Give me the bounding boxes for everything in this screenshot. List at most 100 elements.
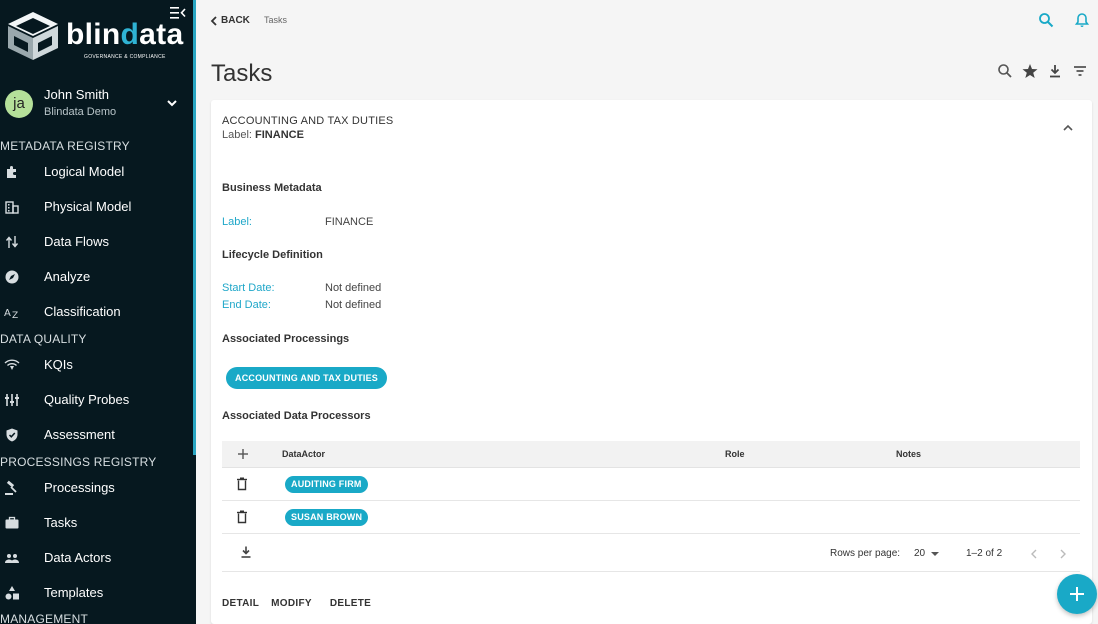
table-footer: Rows per page: 20 1–2 of 2 <box>222 534 1080 572</box>
sort-alpha-icon: AZ <box>4 304 20 321</box>
download-icon[interactable] <box>239 545 253 559</box>
sidebar-item-analyze[interactable]: Analyze <box>0 260 190 294</box>
rows-per-page-select[interactable]: 20 <box>914 548 940 559</box>
shapes-icon <box>4 585 20 601</box>
search-icon[interactable] <box>1038 12 1054 28</box>
wifi-signal-icon <box>4 357 20 373</box>
modify-button[interactable]: MODIFY <box>271 598 312 609</box>
task-title[interactable]: ACCOUNTING AND TAX DUTIES <box>222 115 393 127</box>
add-fab-button[interactable] <box>1057 574 1097 614</box>
sidebar-item-label: Logical Model <box>44 164 125 179</box>
processing-chip[interactable]: ACCOUNTING AND TAX DUTIES <box>226 367 387 389</box>
section-data-quality: DATA QUALITY <box>0 332 87 346</box>
blindata-logo[interactable]: blindata GOVERNANCE & COMPLIANCE <box>4 10 183 66</box>
task-card: ACCOUNTING AND TAX DUTIES Label: FINANCE… <box>211 100 1092 624</box>
user-profile[interactable]: ja John Smith Blindata Demo <box>0 84 196 124</box>
section-processings-registry: PROCESSINGS REGISTRY <box>0 455 157 469</box>
chevron-left-icon[interactable] <box>1029 547 1039 559</box>
delete-icon[interactable] <box>236 477 248 491</box>
add-icon[interactable] <box>236 447 250 461</box>
chevron-left-icon <box>210 15 217 26</box>
title-actions <box>996 62 1089 80</box>
table-row: SUSAN BROWN <box>222 501 1080 534</box>
sidebar-item-assessment[interactable]: Assessment <box>0 418 190 452</box>
column-header-role[interactable]: Role <box>725 449 745 459</box>
associated-processings-heading: Associated Processings <box>222 333 350 345</box>
gavel-icon <box>4 480 20 496</box>
avatar: ja <box>5 90 33 118</box>
column-header-notes[interactable]: Notes <box>896 449 921 459</box>
page-title: Tasks <box>211 60 273 87</box>
sidebar-item-label: Classification <box>44 304 121 319</box>
download-icon[interactable] <box>1046 62 1064 80</box>
detail-button[interactable]: DETAIL <box>222 598 259 609</box>
puzzle-icon <box>4 164 20 180</box>
user-name: John Smith <box>44 87 110 102</box>
delete-button[interactable]: DELETE <box>330 598 371 609</box>
card-actions: DETAIL MODIFY DELETE <box>222 598 371 609</box>
back-label: BACK <box>221 15 250 26</box>
sidebar-item-processings[interactable]: Processings <box>0 471 190 505</box>
table-header: DataActor Role Notes <box>222 441 1080 468</box>
user-org: Blindata Demo <box>44 106 117 118</box>
sidebar-item-logical-model[interactable]: Logical Model <box>0 155 190 189</box>
start-date-key: Start Date: <box>222 282 275 294</box>
briefcase-icon <box>4 515 20 531</box>
sidebar-item-quality-probes[interactable]: Quality Probes <box>0 383 190 417</box>
sidebar-item-label: Physical Model <box>44 199 132 214</box>
caret-down-icon <box>931 551 940 556</box>
filter-icon[interactable] <box>1071 62 1089 80</box>
logo-wordmark: blindata <box>66 18 184 51</box>
sidebar-item-label: Data Flows <box>44 234 110 249</box>
chevron-down-icon[interactable] <box>166 96 178 108</box>
sidebar: blindata GOVERNANCE & COMPLIANCE ja John… <box>0 0 196 624</box>
sidebar-item-label: Analyze <box>44 269 91 284</box>
rows-per-page-label: Rows per page: <box>830 548 901 559</box>
start-date-value: Not defined <box>325 282 382 294</box>
sidebar-item-physical-model[interactable]: Physical Model <box>0 190 190 224</box>
column-header-dataactor[interactable]: DataActor <box>282 449 325 459</box>
sidebar-item-label: Templates <box>44 585 104 600</box>
collapse-menu-icon[interactable] <box>170 6 186 20</box>
sidebar-item-kqis[interactable]: KQIs <box>0 348 190 382</box>
sidebar-item-label: Quality Probes <box>44 392 130 407</box>
sidebar-item-data-actors[interactable]: Data Actors <box>0 541 190 575</box>
lifecycle-heading: Lifecycle Definition <box>222 249 323 261</box>
chevron-right-icon[interactable] <box>1058 547 1068 559</box>
label-value: FINANCE <box>325 216 374 228</box>
shield-icon <box>4 427 20 443</box>
top-bar: BACK Tasks <box>196 0 1098 44</box>
sidebar-item-label: Tasks <box>44 515 78 530</box>
compass-icon <box>4 269 20 285</box>
bell-icon[interactable] <box>1074 12 1090 28</box>
star-icon[interactable] <box>1021 62 1039 80</box>
pagination-range: 1–2 of 2 <box>966 548 1003 559</box>
svg-text:A: A <box>4 308 11 319</box>
flow-arrows-icon <box>4 234 20 250</box>
end-date-value: Not defined <box>325 299 382 311</box>
sidebar-item-templates[interactable]: Templates <box>0 576 190 610</box>
logo-cube-icon <box>8 12 58 60</box>
table-row: AUDITING FIRM <box>222 468 1080 501</box>
probes-icon <box>4 392 20 408</box>
sidebar-item-label: Data Actors <box>44 550 112 565</box>
sidebar-item-data-flows[interactable]: Data Flows <box>0 225 190 259</box>
data-actor-chip[interactable]: AUDITING FIRM <box>285 476 368 493</box>
sidebar-item-classification[interactable]: AZ Classification <box>0 295 190 329</box>
building-icon <box>4 199 20 215</box>
chevron-up-icon[interactable] <box>1061 121 1075 135</box>
associated-processors-heading: Associated Data Processors <box>222 410 371 422</box>
sidebar-item-label: Processings <box>44 480 115 495</box>
sidebar-item-tasks[interactable]: Tasks <box>0 506 190 540</box>
section-metadata-registry: METADATA REGISTRY <box>0 139 130 153</box>
back-button[interactable]: BACK <box>210 15 250 26</box>
plus-icon <box>1070 587 1084 601</box>
data-actor-chip[interactable]: SUSAN BROWN <box>285 509 369 526</box>
delete-icon[interactable] <box>236 510 248 524</box>
end-date-key: End Date: <box>222 299 271 311</box>
sidebar-scrollbar[interactable] <box>193 0 196 455</box>
task-label: Label: FINANCE <box>222 129 304 141</box>
breadcrumb[interactable]: Tasks <box>264 15 287 25</box>
label-key: Label: <box>222 216 252 228</box>
search-icon[interactable] <box>996 62 1014 80</box>
